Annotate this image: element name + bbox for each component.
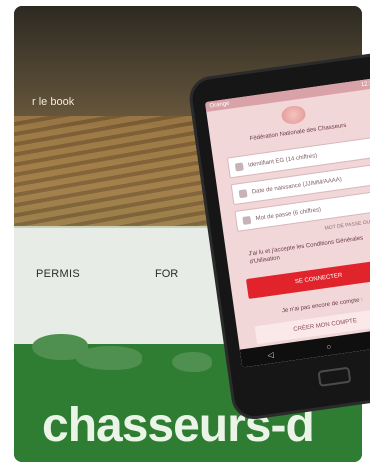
lock-icon <box>242 215 252 225</box>
login-button[interactable]: SE CONNECTER <box>246 259 370 300</box>
hunter-logo-icon <box>280 104 307 126</box>
clock-label: 12:29 <box>360 80 370 89</box>
boar-silhouette <box>76 346 142 370</box>
identifier-placeholder: Identifiant EG (14 chiffres) <box>247 152 318 169</box>
user-icon <box>234 161 244 171</box>
birthdate-placeholder: Date de naissance (JJ/MM/AAAA) <box>251 176 343 195</box>
password-placeholder: Mot de passe (6 chiffres) <box>255 206 322 222</box>
back-icon[interactable]: ◁ <box>267 350 274 360</box>
photo-scene: r le book PERMIS FOR chasseurs-d Orange … <box>0 0 370 467</box>
poster-for-text: FOR <box>155 268 179 280</box>
boar-silhouette <box>172 352 212 372</box>
poster-permis-text: PERMIS <box>36 268 80 280</box>
home-icon[interactable]: ○ <box>326 341 332 351</box>
poster-book-text: r le book <box>32 96 75 108</box>
phone-screen: Orange 12:29 Fédération Nationale des Ch… <box>204 77 370 368</box>
phone-bottom-logo <box>317 366 352 387</box>
calendar-icon <box>238 188 248 198</box>
